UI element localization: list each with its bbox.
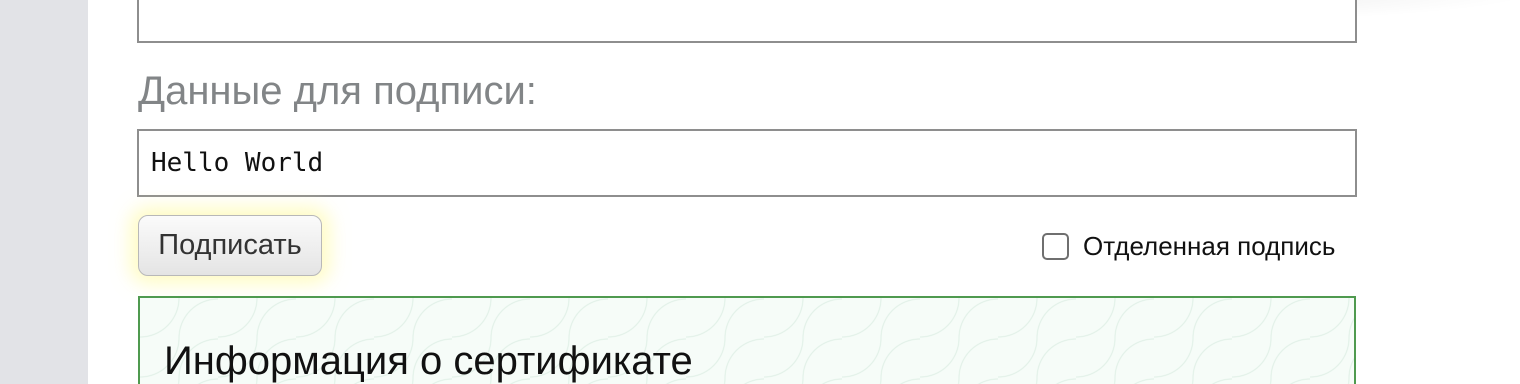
certificate-info-panel: Информация о сертификате — [138, 296, 1356, 384]
left-gutter — [0, 0, 88, 384]
previous-text-field[interactable] — [137, 0, 1357, 43]
data-to-sign-input[interactable] — [137, 129, 1357, 197]
detached-signature-label: Отделенная подпись — [1083, 230, 1336, 261]
detached-signature-option[interactable]: Отделенная подпись — [1042, 230, 1335, 262]
data-to-sign-label: Данные для подписи: — [138, 69, 537, 113]
certificate-info-title: Информация о сертификате — [164, 339, 693, 383]
sign-button[interactable]: Подписать — [138, 215, 322, 276]
detached-signature-checkbox[interactable] — [1042, 232, 1069, 260]
